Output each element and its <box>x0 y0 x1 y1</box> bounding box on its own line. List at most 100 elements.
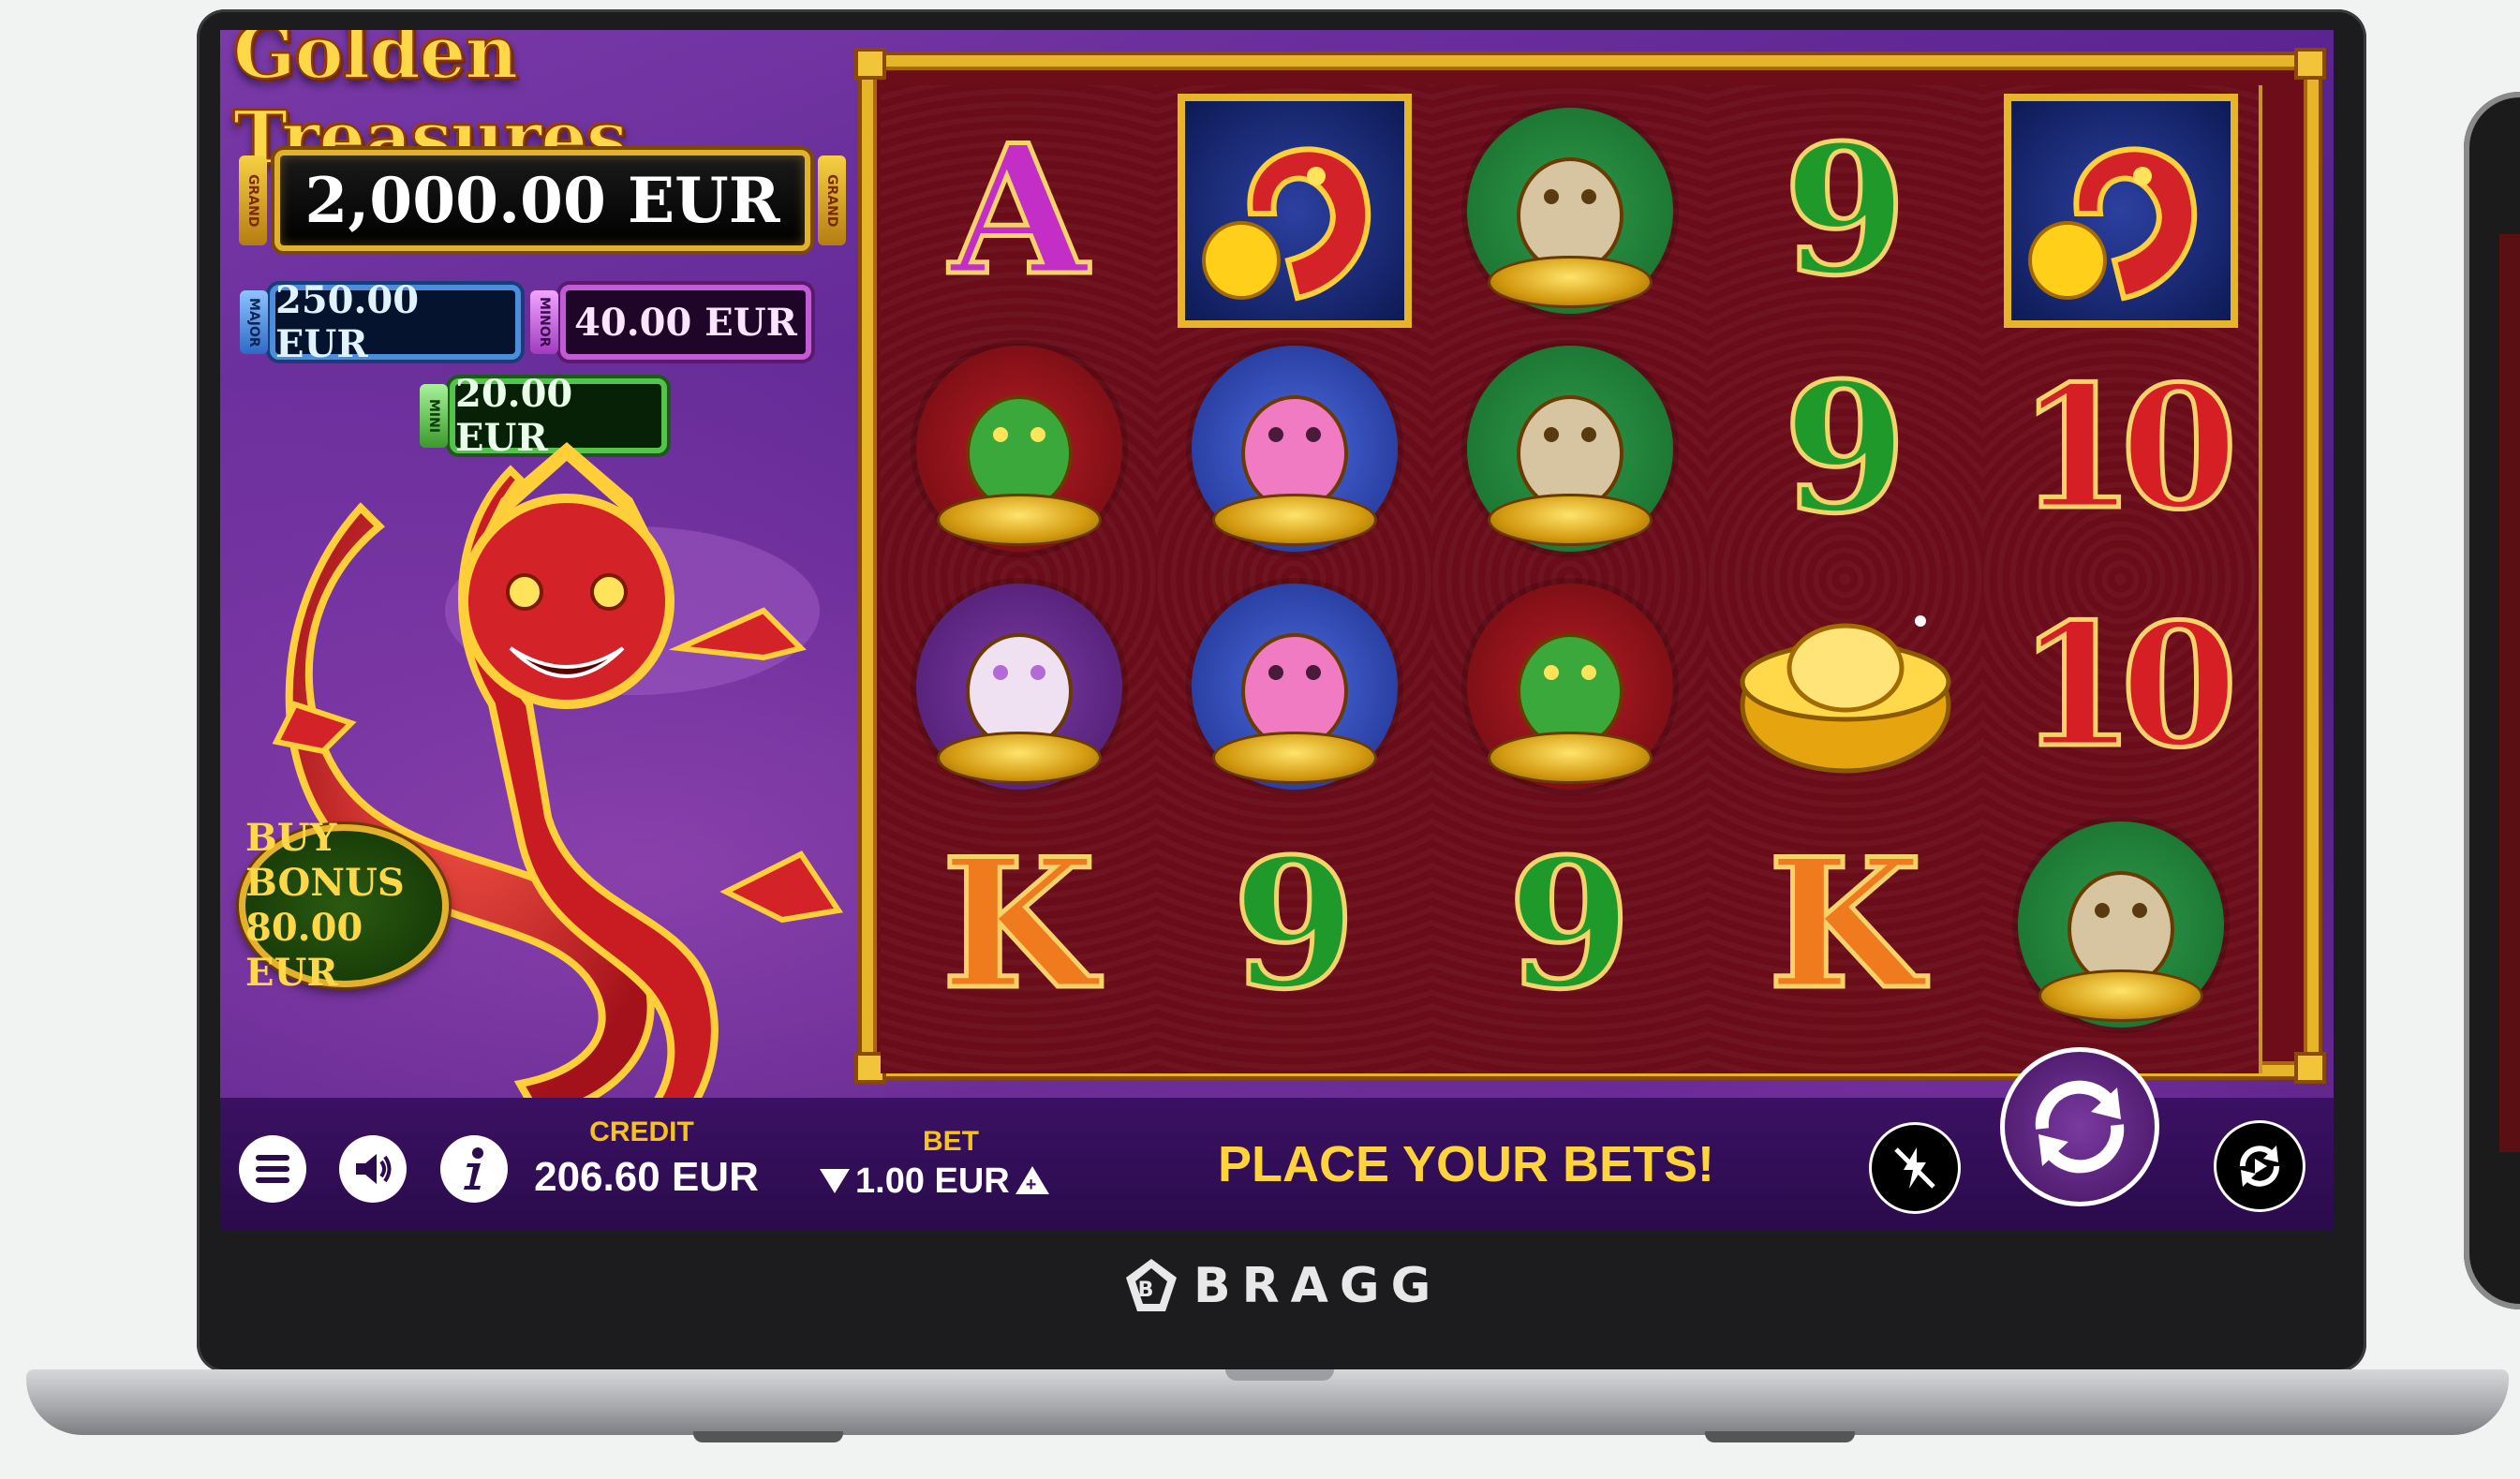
reel-cell: 9 <box>1156 806 1432 1043</box>
reel-cell <box>1707 569 1983 805</box>
reel-cell <box>1156 93 1432 329</box>
coin-stack-icon <box>1211 494 1377 546</box>
pig-icon <box>1191 346 1398 552</box>
jackpot-minor: MINOR 40.00 EUR <box>530 285 811 360</box>
turbo-button[interactable] <box>1869 1122 1961 1214</box>
reel-cell <box>1982 93 2259 329</box>
bet-control: 1.00 EUR + <box>820 1158 1049 1205</box>
reel-cell: 9 <box>1431 806 1708 1043</box>
symbol-10: 10 <box>2016 587 2240 785</box>
coin-stack-icon <box>1211 732 1377 784</box>
reels-frame: A K 9 9 9 9 K 10 10 <box>854 48 2326 1084</box>
coin-stack-icon <box>936 494 1102 546</box>
reel-cell <box>1982 806 2259 1043</box>
rat-icon <box>1466 108 1673 314</box>
reel-cell: 9 <box>1707 93 1983 329</box>
status-message: PLACE YOUR BETS! <box>1217 1136 1715 1192</box>
buy-bonus-label: BUY BONUS <box>245 816 405 905</box>
jackpot-minor-value: 40.00 EUR <box>574 300 797 345</box>
pig-icon <box>1191 584 1398 790</box>
jackpot-minor-tag: MINOR <box>530 290 558 354</box>
symbol-10: 10 <box>2016 349 2240 547</box>
menu-button[interactable] <box>239 1135 306 1203</box>
dragon-icon <box>1177 94 1412 328</box>
bet-decrease-icon[interactable] <box>820 1169 850 1193</box>
laptop-foot <box>693 1431 843 1442</box>
buy-bonus-price: 80.00 EUR <box>245 906 363 995</box>
autoplay-icon <box>2240 1146 2279 1187</box>
reel-cell: K <box>881 806 1157 1043</box>
credit-value: 206.60 EUR <box>534 1154 759 1200</box>
reel-cell: 10 <box>1982 569 2259 805</box>
hamburger-icon <box>256 1155 289 1183</box>
turbo-off-icon <box>1894 1147 1935 1189</box>
jackpot-major-value: 250.00 EUR <box>275 278 420 366</box>
reel-cell <box>1156 569 1432 805</box>
reel-3: 9 <box>1431 85 1712 1073</box>
buy-bonus-button[interactable]: BUY BONUS 80.00 EUR <box>239 816 449 995</box>
svg-text:B: B <box>1138 1279 1165 1302</box>
spin-button[interactable] <box>2000 1047 2159 1206</box>
jackpot-grand: GRAND 2,000.00 EUR GRAND <box>239 150 846 251</box>
laptop-notch <box>1225 1369 1334 1381</box>
bet-value: 1.00 EUR <box>855 1161 1010 1201</box>
game-screen: Golden Treasures GRAND 2,000.00 EUR GRAN… <box>220 30 2334 1231</box>
bragg-logo-icon: B <box>1122 1257 1180 1315</box>
symbol-9: 9 <box>1781 106 1909 315</box>
rat-icon <box>2017 821 2224 1028</box>
reel-cell <box>1431 569 1708 805</box>
symbol-k: K <box>1765 820 1924 1028</box>
toad-icon <box>1466 584 1673 790</box>
speaker-icon <box>356 1154 392 1184</box>
reel-cell: A <box>881 93 1157 329</box>
dragon-icon <box>2003 94 2238 328</box>
laptop-foot <box>1705 1431 1855 1442</box>
game-title: Golden Treasures <box>232 30 629 182</box>
info-button[interactable] <box>440 1135 508 1203</box>
reel-cell <box>1431 93 1708 329</box>
symbol-a: A <box>947 106 1090 315</box>
info-icon <box>464 1147 483 1190</box>
reel-cell <box>1431 331 1708 567</box>
reel-cell: K <box>1707 806 1983 1043</box>
reel-4: 9 9 K <box>1707 85 1987 1073</box>
spin-arrows-icon <box>2035 1080 2125 1174</box>
frame-corner <box>854 48 886 80</box>
coin-stack-icon <box>1487 256 1653 308</box>
reel-cell <box>881 331 1157 567</box>
jackpot-grand-tag-right: GRAND <box>818 155 846 245</box>
brand-logo: B BRAGG <box>1122 1257 1443 1315</box>
dragon-illustration <box>272 442 844 1135</box>
plus-icon: + <box>1025 1175 1037 1195</box>
phone-screen <box>2499 234 2520 1152</box>
coin-stack-icon <box>1487 732 1653 784</box>
bet-increase-button[interactable]: + <box>1015 1166 1049 1196</box>
rat-icon <box>1466 346 1673 552</box>
credit-label: CREDIT <box>589 1117 694 1147</box>
reel-cell <box>881 569 1157 805</box>
jackpot-grand-value: 2,000.00 EUR <box>304 164 780 237</box>
jackpot-major-tag: MAJOR <box>240 290 268 354</box>
reel-cell <box>1156 331 1432 567</box>
symbol-9: 9 <box>1230 820 1358 1028</box>
symbol-9: 9 <box>1781 344 1909 553</box>
jackpot-major: MAJOR 250.00 EUR <box>240 278 521 366</box>
coin-stack-icon <box>2038 969 2203 1022</box>
gold-ingot-icon <box>1733 593 1958 780</box>
reel-cell: 10 <box>1982 331 2259 567</box>
foo-dog-icon <box>915 584 1122 790</box>
frame-corner <box>2294 1052 2326 1084</box>
jackpot-grand-tag: GRAND <box>239 155 267 245</box>
autoplay-button[interactable] <box>2214 1120 2305 1212</box>
sound-button[interactable] <box>339 1135 407 1203</box>
reel-cell: 9 <box>1707 331 1983 567</box>
reel-1: AK <box>881 85 1161 1073</box>
symbol-9: 9 <box>1505 820 1634 1028</box>
symbol-k: K <box>939 820 1098 1028</box>
reel-5: 10 10 <box>1982 85 2262 1073</box>
bet-label: BET <box>923 1126 979 1157</box>
brand-name: BRAGG <box>1193 1258 1443 1314</box>
frame-corner <box>2294 48 2326 80</box>
reel-2: 9 <box>1156 85 1436 1073</box>
coin-stack-icon <box>1487 494 1653 546</box>
